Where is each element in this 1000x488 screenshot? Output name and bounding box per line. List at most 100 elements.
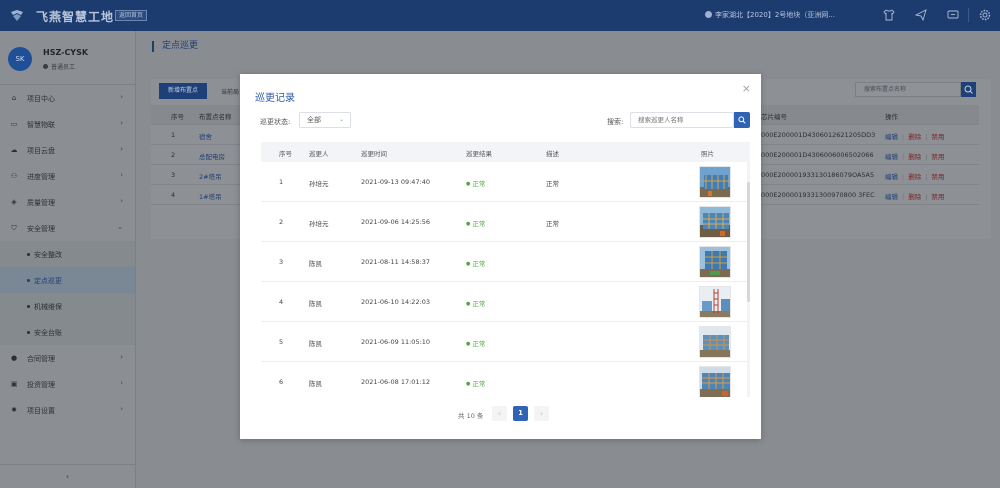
search-button[interactable] [734, 112, 750, 128]
briefcase-icon: ▣ [10, 380, 18, 388]
project-selector[interactable]: 李家湖北【2020】2号地块（亚洲网... [705, 10, 835, 20]
gear-icon[interactable] [979, 9, 991, 21]
edit-link[interactable]: 编辑 [885, 153, 898, 161]
patrol-photo[interactable] [699, 286, 731, 318]
total-count: 共 10 条 [458, 412, 484, 420]
patrol-photo[interactable] [699, 326, 731, 358]
monitor-icon: ▭ [10, 120, 18, 128]
column-header: 巡更人 [309, 150, 329, 158]
people-icon: ⚇ [10, 172, 18, 180]
sidebar-collapse-button[interactable]: ‹ [0, 464, 135, 488]
patrol-photo[interactable] [699, 366, 731, 397]
sidebar-item-settings[interactable]: ✹ 项目设置 › [0, 397, 135, 423]
sidebar-item-label: 项目云盘 [27, 147, 55, 155]
search-icon [738, 116, 746, 124]
disable-link[interactable]: 禁用 [931, 153, 944, 161]
patrol-photo[interactable] [699, 246, 731, 278]
sidebar-item-iot[interactable]: ▭ 智慧物联 › [0, 111, 135, 137]
next-page-button[interactable]: › [534, 406, 549, 421]
project-name: 李家湖北【2020】2号地块（亚洲网... [715, 11, 835, 19]
person-search-input[interactable] [630, 112, 734, 128]
patrol-time: 2021-09-13 09:47:40 [361, 178, 431, 186]
row-index: 2 [279, 218, 284, 226]
point-search-button[interactable] [961, 82, 976, 97]
row-actions: 编辑 | 删除 | 禁用 [885, 173, 945, 181]
chevron-right-icon: › [120, 405, 123, 413]
status-select-value: 全部 [307, 116, 321, 124]
send-icon[interactable] [914, 9, 927, 22]
home-button[interactable]: 返回首页 [115, 10, 148, 21]
patrol-time: 2021-08-11 14:58:37 [361, 258, 431, 266]
row-actions: 编辑 | 删除 | 禁用 [885, 133, 945, 141]
sidebar-item-investment[interactable]: ▣ 投资管理 › [0, 371, 135, 397]
shield-icon: ⛉ [11, 224, 17, 232]
status-select[interactable]: 全部 ⌄ [299, 112, 351, 128]
page-number-button[interactable]: 1 [513, 406, 528, 421]
sidebar-subitem-patrol[interactable]: 定点巡更 [0, 267, 135, 293]
sidebar-item-safety[interactable]: ⛉ 安全管理 ⌄ [0, 215, 135, 241]
sidebar-item-cloud-disk[interactable]: ☁ 项目云盘 › [0, 137, 135, 163]
row-index: 3 [171, 171, 176, 179]
point-name-link[interactable]: 2#塔吊 [199, 171, 222, 181]
scrollbar-thumb[interactable] [747, 182, 750, 302]
prev-page-button[interactable]: ‹ [492, 406, 507, 421]
row-index: 4 [279, 298, 284, 306]
delete-link[interactable]: 删除 [908, 173, 921, 181]
disable-link[interactable]: 禁用 [931, 193, 944, 201]
patrol-result: 正常 [466, 178, 485, 188]
sidebar-subitem-safety-rectify[interactable]: 安全整改 [0, 241, 135, 267]
settings-icon: ✹ [11, 406, 17, 414]
table-scrollbar[interactable] [747, 162, 750, 397]
point-name-link[interactable]: 1#塔吊 [199, 191, 222, 201]
disable-link[interactable]: 禁用 [931, 173, 944, 181]
chip-id: 000E200001D4306006006502066 [761, 151, 874, 159]
message-icon[interactable] [947, 9, 959, 21]
chip-id: 000E2000019331300970800 3FEC [761, 191, 875, 199]
edit-link[interactable]: 编辑 [885, 173, 898, 181]
sidebar-item-progress[interactable]: ⚇ 进度管理 › [0, 163, 135, 189]
sidebar-subitem-safety-ledger[interactable]: 安全台账 [0, 319, 135, 345]
bullet-icon [27, 331, 30, 334]
sidebar-subitem-machinery[interactable]: 机械维保 [0, 293, 135, 319]
sidebar-item-contract[interactable]: ● 合同管理 › [0, 345, 135, 371]
delete-link[interactable]: 删除 [908, 193, 921, 201]
table-row: 1 孙培元 2021-09-13 09:47:40 正常 正常 [261, 162, 750, 202]
patrol-photo[interactable] [699, 166, 731, 198]
close-icon[interactable]: × [742, 82, 751, 95]
sidebar-item-quality[interactable]: ◈ 质量管理 › [0, 189, 135, 215]
sidebar-item-label: 合同管理 [27, 355, 55, 363]
row-index: 6 [279, 378, 284, 386]
patrol-record-table: 序号 巡更人 巡更时间 巡更结果 描述 照片 1 孙培元 2021-09-13 … [261, 142, 750, 397]
edit-link[interactable]: 编辑 [885, 133, 898, 141]
sidebar-item-project-center[interactable]: ⌂ 项目中心 › [0, 85, 135, 111]
cloud-icon: ☁ [10, 146, 18, 154]
page-title: 定点巡更 [152, 41, 198, 52]
delete-link[interactable]: 删除 [908, 153, 921, 161]
point-name-link[interactable]: 总配电房 [199, 151, 225, 161]
avatar[interactable]: SK [8, 47, 32, 71]
chevron-down-icon: ⌄ [117, 223, 123, 231]
patrol-result: 正常 [466, 258, 485, 268]
patrol-photo[interactable] [699, 206, 731, 238]
sidebar-item-label: 投资管理 [27, 381, 55, 389]
table-row: 5 陈凯 2021-06-09 11:05:10 正常 [261, 322, 750, 362]
patrol-result: 正常 [466, 378, 485, 388]
shirt-icon[interactable] [883, 9, 895, 21]
point-name-link[interactable]: 宿舍 [199, 131, 212, 141]
row-index: 4 [171, 191, 176, 199]
current-link[interactable]: 当前局 [221, 87, 239, 96]
table-row: 6 陈凯 2021-06-08 17:01:12 正常 [261, 362, 750, 397]
patrol-person: 陈凯 [309, 300, 322, 308]
delete-link[interactable]: 删除 [908, 133, 921, 141]
chip-id: 000E200001D4306012621205DD3 [761, 131, 876, 139]
add-point-button[interactable]: 新增布置点 [159, 83, 207, 99]
chevron-right-icon: › [120, 353, 123, 361]
edit-link[interactable]: 编辑 [885, 193, 898, 201]
table-row: 3 陈凯 2021-08-11 14:58:37 正常 [261, 242, 750, 282]
layers-icon: ◈ [11, 198, 17, 206]
brand-name: 飞燕智慧工地 [36, 10, 115, 24]
column-header: 序号 [279, 150, 292, 158]
disable-link[interactable]: 禁用 [931, 133, 944, 141]
user-panel: SK HSZ-CYSK 普通员工 [0, 31, 135, 85]
point-search-input[interactable]: 搜索布置点名称 [855, 82, 961, 97]
